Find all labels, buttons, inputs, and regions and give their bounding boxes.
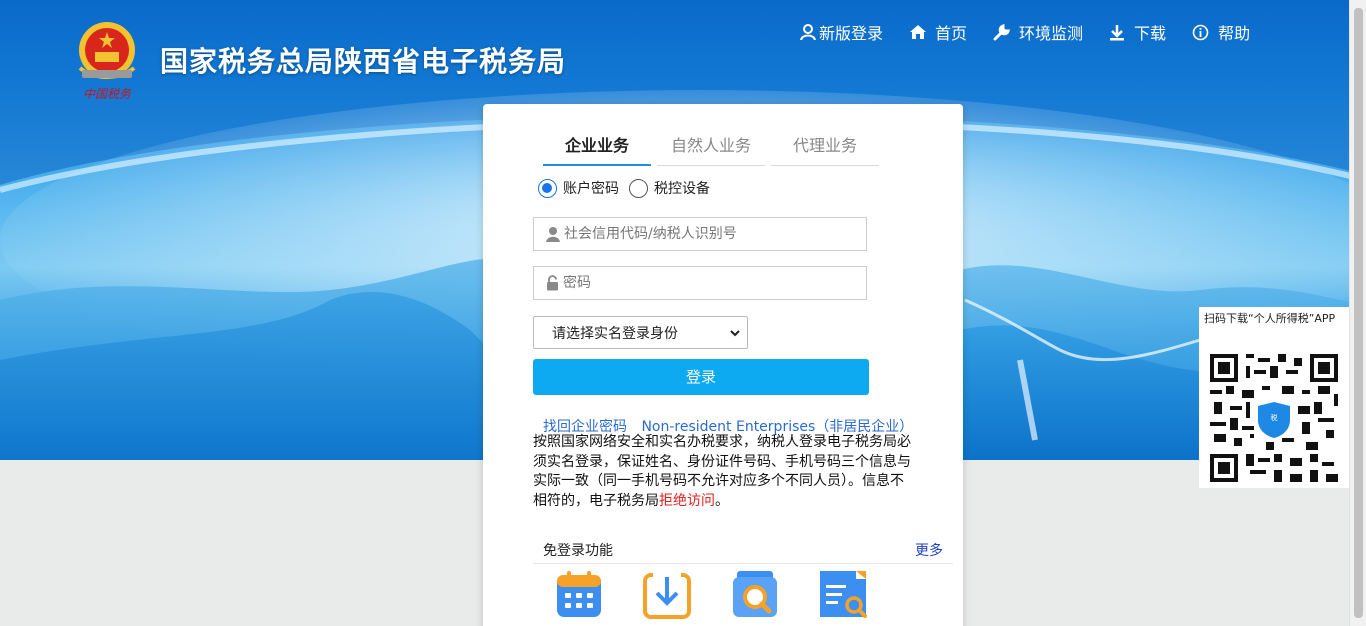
radio-dot	[629, 178, 648, 198]
real-name-notice: 按照国家网络安全和实名办税要求，纳税人登录电子税务局必须实名登录，保证姓名、身份…	[533, 433, 917, 511]
nav-label: 环境监测	[1019, 24, 1084, 43]
lock-icon	[547, 275, 558, 291]
login-panel: 企业业务 自然人业务 代理业务 账户密码 税控设备 请选择实名登录身份 登录 找…	[483, 104, 963, 626]
radio-account-password[interactable]: 账户密码	[538, 178, 619, 198]
radio-tax-device[interactable]: 税控设备	[629, 178, 710, 198]
info-icon	[1192, 24, 1209, 40]
user-icon	[800, 23, 816, 40]
account-field	[533, 217, 867, 251]
radio-label: 账户密码	[563, 181, 619, 197]
download-icon	[1110, 24, 1125, 40]
notice-highlight: 拒绝访问	[659, 492, 715, 509]
doc-search-icon[interactable]	[818, 569, 868, 619]
nav-home[interactable]: 首页	[909, 20, 967, 44]
user-icon	[546, 227, 560, 242]
download-tray-icon[interactable]	[643, 569, 693, 619]
nav-download[interactable]: 下载	[1109, 20, 1166, 44]
identity-select-value: 请选择实名登录身份	[552, 325, 678, 342]
nav-environment-check[interactable]: 环境监测	[993, 20, 1083, 44]
password-input[interactable]	[563, 275, 843, 291]
page-scrollbar[interactable]	[1349, 0, 1366, 626]
more-link[interactable]: 更多	[915, 540, 943, 560]
tax-emblem-logo: 中国税务	[74, 18, 140, 104]
top-navigation: 新版登录 首页 环境监测 下载 帮助	[800, 20, 1276, 44]
home-icon	[910, 25, 927, 39]
nav-label: 帮助	[1218, 24, 1251, 43]
tab-individual[interactable]: 自然人业务	[657, 132, 765, 166]
account-input[interactable]	[564, 226, 844, 242]
password-field	[533, 266, 867, 300]
chevron-down-icon	[730, 330, 740, 337]
nav-help[interactable]: 帮助	[1192, 20, 1250, 44]
nav-new-login[interactable]: 新版登录	[800, 20, 883, 44]
search-doc-icon[interactable]	[731, 569, 781, 619]
nav-label: 新版登录	[819, 24, 884, 43]
qr-caption: 扫码下载“个人所得税”APP	[1204, 312, 1336, 325]
login-method-radios: 账户密码 税控设备	[538, 178, 720, 198]
tab-agent[interactable]: 代理业务	[771, 132, 879, 166]
identity-select[interactable]: 请选择实名登录身份	[533, 316, 748, 349]
nav-label: 首页	[935, 24, 968, 43]
no-login-section-header: 免登录功能 更多	[533, 534, 953, 564]
site-title: 国家税务总局陕西省电子税务局	[160, 45, 567, 78]
radio-dot-checked	[538, 178, 557, 198]
logo-caption: 中国税务	[83, 87, 132, 101]
nav-label: 下载	[1134, 24, 1167, 43]
radio-label: 税控设备	[654, 181, 710, 197]
tab-enterprise[interactable]: 企业业务	[543, 132, 651, 166]
no-login-title: 免登录功能	[543, 543, 613, 559]
qr-badge: 税	[1270, 414, 1278, 422]
scrollbar-thumb[interactable]	[1354, 8, 1363, 618]
business-tabs: 企业业务 自然人业务 代理业务	[543, 132, 899, 166]
wrench-icon	[993, 23, 1011, 41]
calendar-icon[interactable]	[555, 569, 605, 619]
notice-end: 。	[715, 492, 729, 509]
login-button[interactable]: 登录	[533, 359, 869, 395]
app-qr-panel: 扫码下载“个人所得税”APP 税	[1199, 307, 1349, 488]
